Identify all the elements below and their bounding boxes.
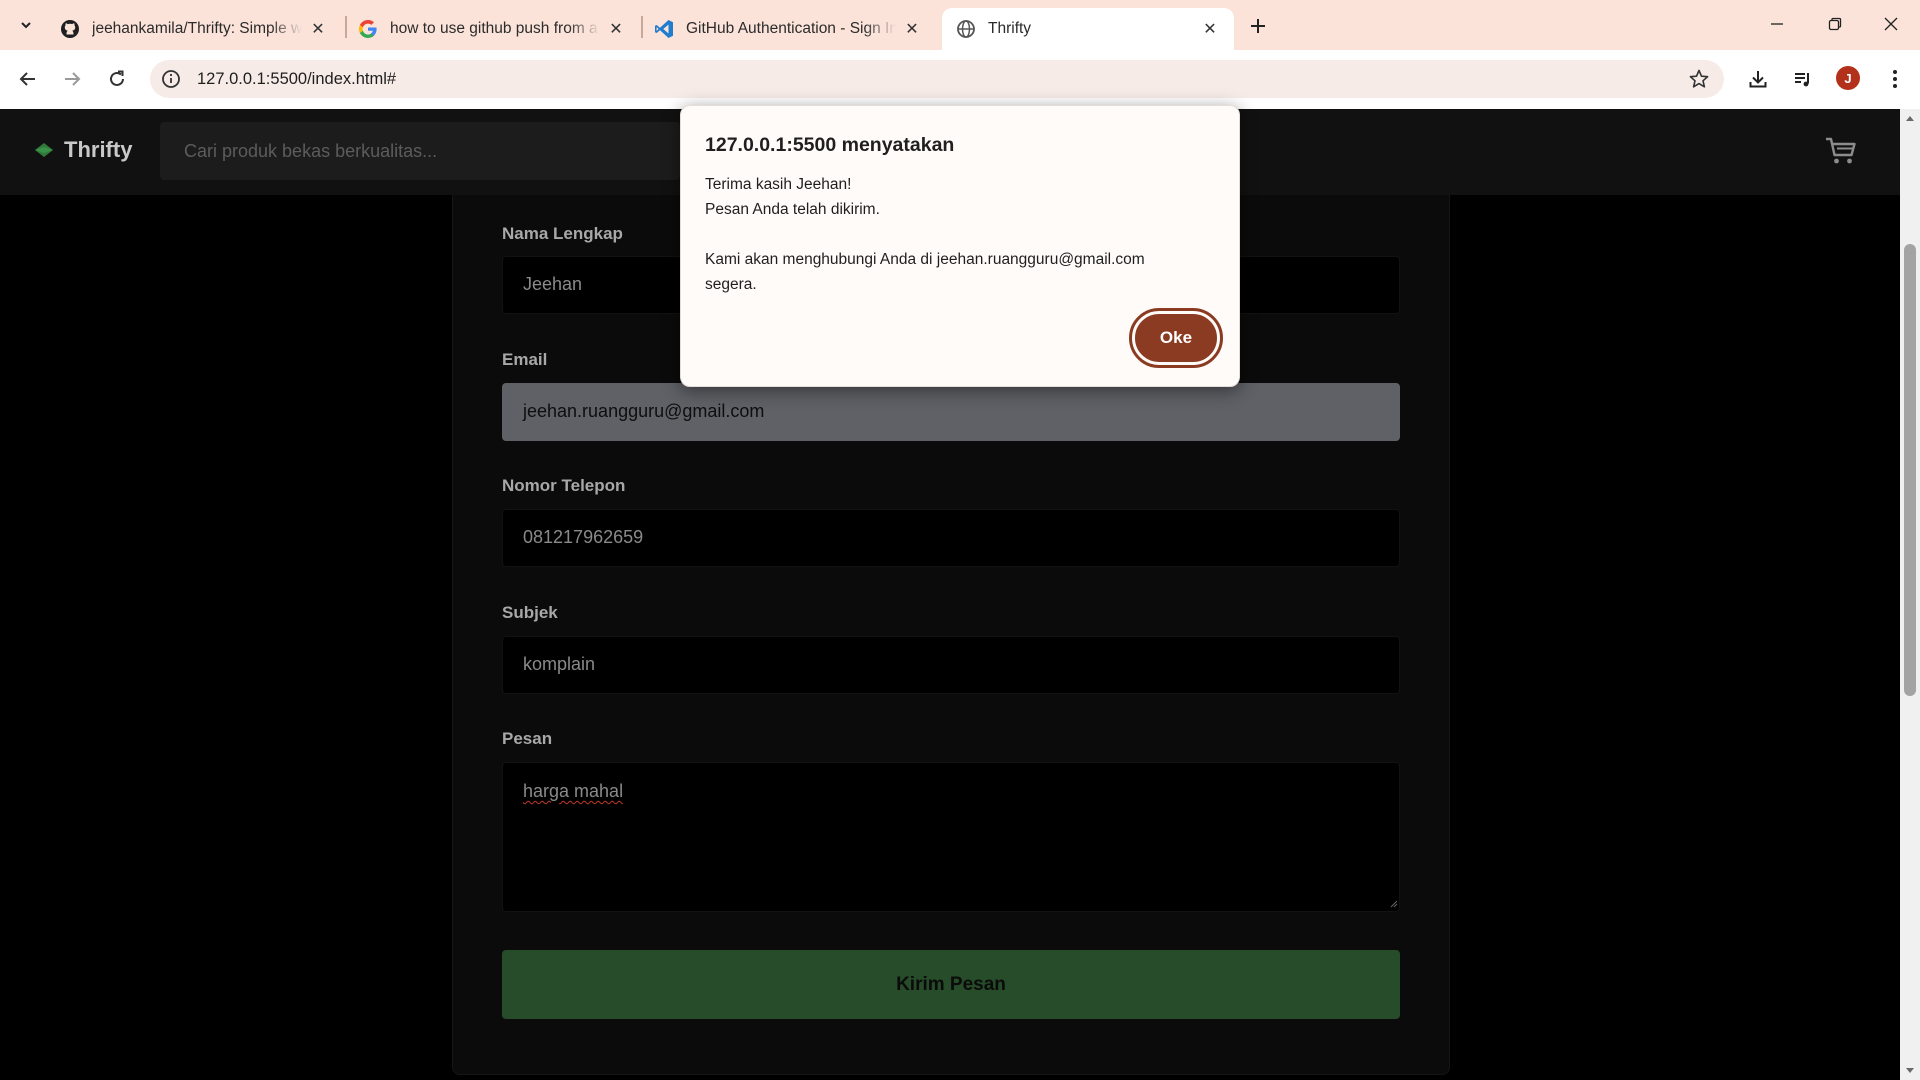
phone-field[interactable]: 081217962659 — [502, 509, 1400, 567]
brand-logo[interactable]: Thrifty — [34, 137, 132, 163]
dialog-line: Terima kasih Jeehan! — [705, 176, 852, 193]
scroll-thumb[interactable] — [1904, 244, 1916, 696]
subject-field[interactable]: komplain — [502, 636, 1400, 694]
google-icon — [358, 19, 378, 39]
tab-github-auth[interactable]: GitHub Authentication - Sign In ✕ — [640, 8, 936, 50]
chevron-down-icon — [21, 22, 31, 29]
reload-button[interactable] — [101, 63, 133, 95]
bookmark-star-icon[interactable] — [1688, 68, 1710, 90]
brand-name: Thrifty — [64, 137, 133, 162]
back-button[interactable] — [12, 63, 44, 95]
tab-close-icon[interactable]: ✕ — [1200, 19, 1220, 39]
url-text[interactable]: 127.0.0.1:5500/index.html# — [197, 70, 396, 89]
email-field[interactable]: jeehan.ruangguru@gmail.com — [502, 383, 1400, 441]
tab-close-icon[interactable]: ✕ — [606, 19, 626, 39]
arrow-right-icon — [65, 72, 81, 86]
message-text: harga mahal — [523, 781, 624, 801]
tab-google-search[interactable]: how to use github push from a ✕ — [344, 8, 640, 50]
arrow-left-icon — [19, 72, 35, 86]
send-message-button[interactable]: Kirim Pesan — [502, 950, 1400, 1019]
address-bar[interactable]: 127.0.0.1:5500/index.html# — [150, 60, 1724, 98]
tab-title: Thrifty — [988, 20, 1032, 37]
dialog-title: 127.0.0.1:5500 menyatakan — [705, 134, 955, 156]
tab-close-icon[interactable]: ✕ — [902, 19, 922, 39]
cart-icon[interactable] — [1825, 136, 1857, 166]
close-icon — [1884, 17, 1898, 31]
scroll-up-icon[interactable] — [1904, 113, 1916, 125]
restore-button[interactable] — [1806, 0, 1864, 48]
restore-icon — [1828, 17, 1842, 31]
email-label: Email — [502, 350, 548, 369]
tab-title: jeehankamila/Thrifty: Simple we — [92, 20, 302, 37]
search-placeholder: Cari produk bekas berkualitas... — [184, 141, 438, 161]
dialog-spacer — [705, 222, 1225, 247]
vscode-icon — [654, 19, 674, 39]
page-scrollbar[interactable] — [1900, 109, 1920, 1080]
tab-strip: jeehankamila/Thrifty: Simple we ✕ how to… — [0, 0, 1920, 50]
new-tab-button[interactable] — [1243, 11, 1273, 41]
tab-search-button[interactable] — [11, 10, 41, 40]
browser-chrome: jeehankamila/Thrifty: Simple we ✕ how to… — [0, 0, 1920, 109]
dialog-message: Terima kasih Jeehan! Pesan Anda telah di… — [705, 172, 1225, 297]
tab-github-repo[interactable]: jeehankamila/Thrifty: Simple we ✕ — [46, 8, 342, 50]
dialog-line: Kami akan menghubungi Anda di jeehan.rua… — [705, 251, 1145, 268]
close-window-button[interactable] — [1862, 0, 1920, 48]
more-vert-icon — [1893, 70, 1897, 88]
download-icon — [1749, 71, 1767, 88]
site-info-icon[interactable] — [160, 68, 182, 90]
tab-close-icon[interactable]: ✕ — [308, 19, 328, 39]
menu-button[interactable] — [1880, 64, 1910, 94]
minimize-button[interactable] — [1748, 0, 1806, 48]
minimize-icon — [1771, 23, 1783, 25]
search-input[interactable]: Cari produk bekas berkualitas... — [160, 122, 680, 180]
media-control-button[interactable] — [1788, 64, 1818, 94]
globe-icon — [956, 19, 976, 39]
plus-icon — [1251, 19, 1265, 33]
github-icon — [60, 19, 80, 39]
resize-grip-icon[interactable] — [1390, 900, 1398, 908]
tab-thrifty[interactable]: Thrifty ✕ — [942, 8, 1234, 50]
downloads-button[interactable] — [1743, 64, 1773, 94]
profile-avatar[interactable]: J — [1836, 66, 1860, 90]
tab-title: how to use github push from a — [390, 20, 598, 37]
alert-dialog: 127.0.0.1:5500 menyatakan Terima kasih J… — [680, 105, 1240, 387]
dialog-line: segera. — [705, 276, 757, 293]
media-queue-icon — [1795, 73, 1809, 87]
reload-icon — [110, 70, 124, 86]
name-label: Nama Lengkap — [502, 224, 623, 243]
dialog-line: Pesan Anda telah dikirim. — [705, 201, 880, 218]
phone-label: Nomor Telepon — [502, 476, 626, 495]
browser-toolbar: 127.0.0.1:5500/index.html# — [0, 50, 1920, 109]
leaf-icon — [35, 143, 53, 157]
tab-title: GitHub Authentication - Sign In — [686, 20, 896, 37]
ok-button[interactable]: Oke — [1129, 308, 1223, 368]
subject-label: Subjek — [502, 603, 558, 622]
message-label: Pesan — [502, 729, 553, 748]
scroll-down-icon[interactable] — [1904, 1064, 1916, 1076]
forward-button[interactable] — [56, 63, 88, 95]
message-textarea[interactable]: harga mahal — [502, 762, 1400, 912]
